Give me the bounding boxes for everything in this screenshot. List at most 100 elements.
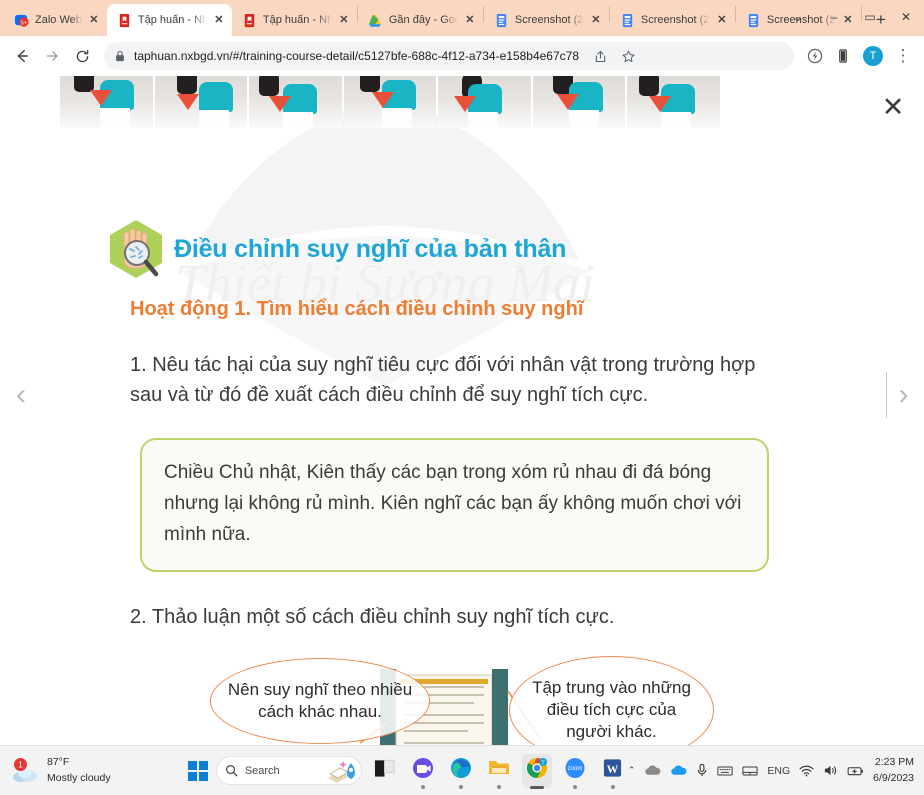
tab-title: Screenshot (22 — [514, 14, 584, 26]
activity-subtitle: Hoạt động 1. Tìm hiểu cách điều chỉnh su… — [130, 298, 584, 320]
page-title: Điều chỉnh suy nghĩ của bản thân — [174, 234, 567, 263]
bookmark-star-icon[interactable] — [615, 43, 641, 69]
microsoft-word-app[interactable]: W — [598, 754, 628, 789]
app-running-dot — [572, 784, 577, 789]
photo-thumb — [249, 76, 342, 128]
window-controls: ⌄ – ▭ ✕ — [780, 0, 924, 34]
photo-thumb — [343, 76, 437, 128]
question-2-text: 2. Thảo luận một số cách điều chỉnh suy … — [130, 606, 615, 628]
app-active-indicator — [529, 785, 544, 789]
browser-toolbar: taphuan.nxbgd.vn/#/training-course-detai… — [0, 36, 924, 76]
google-chrome-app[interactable]: T — [521, 753, 552, 789]
touchpad-icon[interactable] — [742, 765, 758, 777]
browser-tab-0[interactable]: 5+ Zalo Web ✕ — [4, 4, 107, 36]
photo-thumb — [627, 76, 721, 128]
taskbar-search[interactable]: Search — [215, 756, 362, 785]
photo-thumb — [154, 76, 248, 128]
browser-tab-2[interactable]: Tập huấn - Nh ✕ — [232, 4, 357, 36]
start-button[interactable] — [187, 760, 208, 781]
svg-text:5+: 5+ — [21, 20, 27, 26]
app-running-dot — [458, 784, 463, 789]
minimize-button[interactable]: – — [816, 10, 852, 24]
document-viewer: ✕ ‹ › Thiết bị Sương Mai Điều chỉnh suy … — [0, 76, 924, 745]
extension-icon[interactable] — [802, 43, 828, 69]
close-viewer-button[interactable]: ✕ — [876, 90, 910, 124]
hand-magnifier-icon — [110, 220, 162, 278]
microphone-icon[interactable] — [696, 763, 708, 778]
zalo-icon: 5+ — [14, 14, 29, 27]
app-running-dot — [496, 784, 501, 789]
tab-close-button[interactable]: ✕ — [88, 14, 100, 26]
device-icon[interactable] — [830, 43, 856, 69]
back-button[interactable] — [8, 42, 36, 70]
wifi-icon[interactable] — [799, 765, 814, 777]
next-page-arrow[interactable]: › — [886, 372, 920, 418]
tab-close-button[interactable]: ✕ — [464, 14, 476, 26]
tab-close-button[interactable]: ✕ — [338, 14, 350, 26]
app-running-dot — [610, 784, 615, 789]
weather-condition: Mostly cloudy — [47, 771, 111, 784]
tab-title: Tập huấn - Nh — [262, 14, 332, 26]
svg-text:W: W — [607, 763, 619, 775]
book-page: Thiết bị Sương Mai Điều chỉnh suy nghĩ c… — [60, 76, 858, 745]
tab-title: Zalo Web — [35, 14, 82, 26]
nxbgd-icon — [244, 13, 255, 27]
address-bar-url: taphuan.nxbgd.vn/#/training-course-detai… — [134, 49, 579, 63]
question-1-text: 1. Nêu tác hại của suy nghĩ tiêu cực đối… — [130, 354, 756, 407]
windows-taskbar: 1 87°F Mostly cloudy Search T zoom W ⌃ E… — [0, 745, 924, 795]
browser-tab-1[interactable]: Tập huấn - Nh ✕ — [106, 4, 232, 36]
address-bar[interactable]: taphuan.nxbgd.vn/#/training-course-detai… — [104, 42, 794, 70]
discord-app[interactable] — [408, 754, 438, 789]
search-illustration-icon — [327, 761, 355, 783]
file-explorer-app[interactable] — [484, 754, 514, 789]
svg-text:zoom: zoom — [567, 766, 582, 772]
weather-temperature: 87°F — [47, 756, 70, 769]
photo-thumb — [438, 76, 531, 128]
speech-bubble-left: Nên suy nghĩ theo nhiều cách khác nhau. — [210, 658, 430, 744]
profile-avatar[interactable]: T — [863, 46, 883, 66]
forward-button[interactable] — [38, 42, 66, 70]
tab-close-button[interactable]: ✕ — [590, 14, 602, 26]
tab-search-icon[interactable]: ⌄ — [780, 10, 816, 24]
tab-strip: 5+ Zalo Web ✕ Tập huấn - Nh ✕ Tập huấn -… — [0, 0, 924, 36]
tray-overflow-icon[interactable]: ⌃ — [628, 765, 636, 776]
maximize-button[interactable]: ▭ — [852, 10, 888, 24]
omnibox-actions — [587, 43, 641, 69]
svg-text:1: 1 — [18, 760, 23, 769]
weather-widget[interactable]: 1 87°F Mostly cloudy — [0, 755, 188, 785]
browser-tab-4[interactable]: Screenshot (22 ✕ — [484, 4, 609, 36]
tab-close-button[interactable]: ✕ — [716, 14, 728, 26]
nxbgd-icon — [119, 13, 130, 27]
photo-thumb — [532, 76, 626, 128]
browser-window: 5+ Zalo Web ✕ Tập huấn - Nh ✕ Tập huấn -… — [0, 0, 924, 745]
photo-thumb — [60, 76, 153, 128]
screenshot-icon — [622, 13, 633, 27]
tab-close-button[interactable]: ✕ — [213, 14, 225, 26]
battery-icon[interactable] — [847, 765, 864, 777]
keyboard-icon[interactable] — [717, 765, 733, 777]
zoom-app[interactable]: zoom — [560, 754, 590, 789]
reload-button[interactable] — [68, 42, 96, 70]
screenshot-icon — [496, 13, 507, 27]
search-placeholder: Search — [244, 764, 280, 777]
volume-icon[interactable] — [823, 764, 838, 777]
microsoft-edge-app[interactable] — [446, 754, 476, 789]
taskbar-clock[interactable]: 2:23 PM 6/9/2023 — [873, 755, 914, 785]
onedrive-blue-icon[interactable] — [670, 764, 687, 777]
clock-time: 2:23 PM — [874, 756, 914, 769]
browser-tab-5[interactable]: Screenshot (22 ✕ — [610, 4, 735, 36]
scenario-box: Chiều Chủ nhật, Kiên thấy các bạn trong … — [140, 438, 769, 573]
notification-badge: 1 — [14, 757, 27, 771]
lightshot-app[interactable] — [370, 754, 400, 788]
tab-title: Gần đây - Goo — [388, 14, 458, 26]
lock-icon — [116, 51, 124, 62]
browser-menu-icon[interactable]: ⋮ — [890, 43, 916, 69]
app-running-dot — [420, 784, 425, 789]
close-window-button[interactable]: ✕ — [888, 10, 924, 24]
browser-tab-3[interactable]: Gần đây - Goo ✕ — [358, 4, 483, 36]
onedrive-grey-icon[interactable] — [644, 764, 661, 777]
share-icon[interactable] — [587, 43, 613, 69]
tab-title: Screenshot (22 — [640, 14, 710, 26]
language-indicator[interactable]: ENG — [767, 765, 790, 777]
previous-page-arrow[interactable]: ‹ — [4, 372, 38, 418]
